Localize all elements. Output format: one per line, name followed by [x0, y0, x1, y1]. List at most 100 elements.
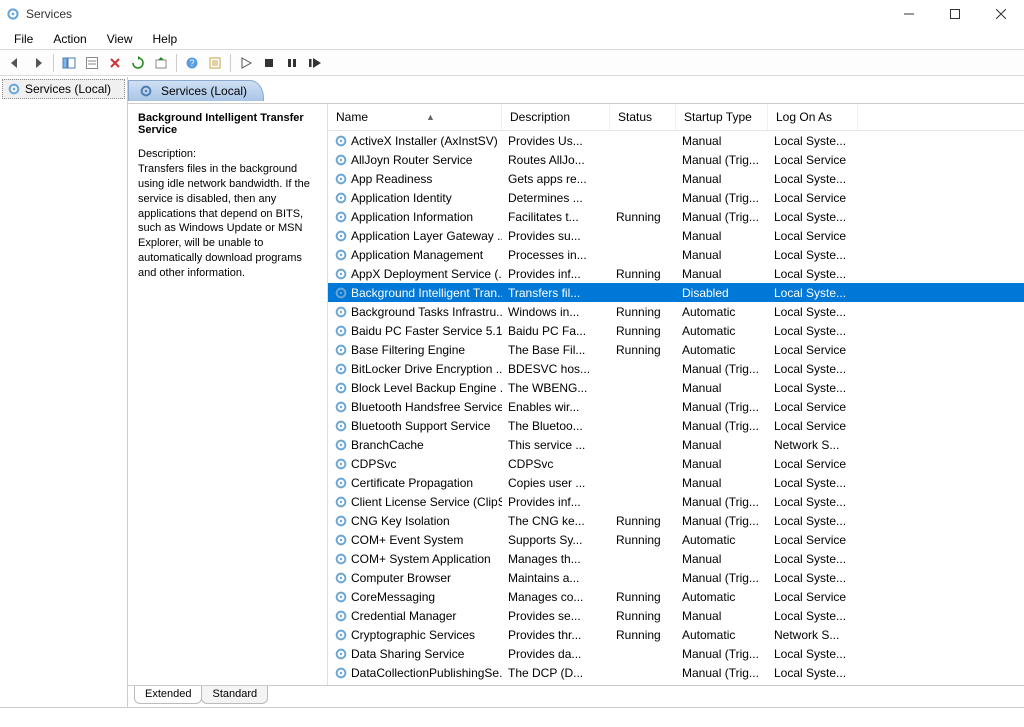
service-icon	[334, 514, 348, 528]
service-row[interactable]: DataCollectionPublishingSe...The DCP (D.…	[328, 663, 1024, 682]
list-button[interactable]	[204, 52, 226, 74]
service-icon	[334, 628, 348, 642]
service-logon: Network S...	[768, 628, 858, 642]
pane-header: Services (Local)	[128, 77, 1024, 103]
console-tree[interactable]: Services (Local)	[0, 77, 128, 707]
service-row[interactable]: Bluetooth Support ServiceThe Bluetoo...M…	[328, 416, 1024, 435]
service-row[interactable]: Data Sharing ServiceProvides da...Manual…	[328, 644, 1024, 663]
pause-service-button[interactable]	[281, 52, 303, 74]
service-row[interactable]: CoreMessagingManages co...RunningAutomat…	[328, 587, 1024, 606]
service-logon: Local Syste...	[768, 248, 858, 262]
back-button[interactable]	[4, 52, 26, 74]
service-description: Baidu PC Fa...	[502, 324, 610, 338]
toolbar-separator	[53, 54, 54, 72]
service-startup-type: Manual (Trig...	[676, 514, 768, 528]
service-description: Facilitates t...	[502, 210, 610, 224]
service-row[interactable]: AppX Deployment Service (...Provides inf…	[328, 264, 1024, 283]
service-name: Computer Browser	[351, 571, 451, 585]
service-row[interactable]: Computer BrowserMaintains a...Manual (Tr…	[328, 568, 1024, 587]
service-status: Running	[610, 343, 676, 357]
service-logon: Local Syste...	[768, 324, 858, 338]
service-logon: Local Syste...	[768, 381, 858, 395]
service-row[interactable]: Application ManagementProcesses in...Man…	[328, 245, 1024, 264]
column-name-label: Name	[336, 110, 368, 124]
service-row[interactable]: Bluetooth Handsfree ServiceEnables wir..…	[328, 397, 1024, 416]
service-row[interactable]: ActiveX Installer (AxInstSV)Provides Us.…	[328, 131, 1024, 150]
description-text: Transfers files in the background using …	[138, 162, 317, 281]
service-row[interactable]: Application Layer Gateway ...Provides su…	[328, 226, 1024, 245]
service-description: Provides su...	[502, 229, 610, 243]
service-row[interactable]: Certificate PropagationCopies user ...Ma…	[328, 473, 1024, 492]
column-startup-type[interactable]: Startup Type	[676, 104, 768, 130]
service-logon: Local Syste...	[768, 647, 858, 661]
service-name: Application Layer Gateway ...	[351, 229, 502, 243]
properties-button[interactable]	[81, 52, 103, 74]
service-description: Copies user ...	[502, 476, 610, 490]
service-startup-type: Manual (Trig...	[676, 666, 768, 680]
service-description: Transfers fil...	[502, 286, 610, 300]
service-row[interactable]: BitLocker Drive Encryption ...BDESVC hos…	[328, 359, 1024, 378]
menu-view[interactable]: View	[97, 29, 143, 49]
service-row[interactable]: Credential ManagerProvides se...RunningM…	[328, 606, 1024, 625]
close-button[interactable]	[978, 0, 1024, 28]
service-description: CDPSvc	[502, 457, 610, 471]
titlebar: Services	[0, 0, 1024, 28]
restart-service-button[interactable]	[304, 52, 326, 74]
service-icon	[334, 134, 348, 148]
export-button[interactable]	[150, 52, 172, 74]
service-description: Provides da...	[502, 647, 610, 661]
toolbar: ?	[0, 50, 1024, 76]
toolbar-separator	[176, 54, 177, 72]
service-icon	[334, 400, 348, 414]
service-row[interactable]: Application InformationFacilitates t...R…	[328, 207, 1024, 226]
pane-tab[interactable]: Services (Local)	[128, 80, 264, 101]
service-icon	[334, 153, 348, 167]
column-description[interactable]: Description	[502, 104, 610, 130]
menu-file[interactable]: File	[4, 29, 43, 49]
service-status: Running	[610, 590, 676, 604]
service-row[interactable]: Application IdentityDetermines ...Manual…	[328, 188, 1024, 207]
start-service-button[interactable]	[235, 52, 257, 74]
service-name: Certificate Propagation	[351, 476, 473, 490]
service-startup-type: Manual	[676, 609, 768, 623]
service-logon: Local Syste...	[768, 172, 858, 186]
minimize-button[interactable]	[886, 0, 932, 28]
service-row[interactable]: COM+ Event SystemSupports Sy...RunningAu…	[328, 530, 1024, 549]
service-row[interactable]: Background Tasks Infrastru...Windows in.…	[328, 302, 1024, 321]
delete-button[interactable]	[104, 52, 126, 74]
service-name: Bluetooth Support Service	[351, 419, 490, 433]
service-row[interactable]: Block Level Backup Engine ...The WBENG..…	[328, 378, 1024, 397]
forward-button[interactable]	[27, 52, 49, 74]
tab-standard[interactable]: Standard	[201, 686, 268, 704]
column-status[interactable]: Status	[610, 104, 676, 130]
maximize-button[interactable]	[932, 0, 978, 28]
menu-bar: File Action View Help	[0, 28, 1024, 50]
service-row[interactable]: Client License Service (ClipS...Provides…	[328, 492, 1024, 511]
service-name: COM+ System Application	[351, 552, 491, 566]
tree-root-item[interactable]: Services (Local)	[2, 79, 125, 99]
service-row[interactable]: CNG Key IsolationThe CNG ke...RunningMan…	[328, 511, 1024, 530]
show-hide-tree-button[interactable]	[58, 52, 80, 74]
service-name: Background Intelligent Tran...	[351, 286, 502, 300]
service-description: Provides inf...	[502, 495, 610, 509]
refresh-button[interactable]	[127, 52, 149, 74]
help-button[interactable]: ?	[181, 52, 203, 74]
service-row[interactable]: Background Intelligent Tran...Transfers …	[328, 283, 1024, 302]
menu-help[interactable]: Help	[143, 29, 188, 49]
app-icon	[6, 7, 20, 21]
service-row[interactable]: Cryptographic ServicesProvides thr...Run…	[328, 625, 1024, 644]
services-list[interactable]: Name ▲ Description Status Startup Type L…	[328, 104, 1024, 685]
service-row[interactable]: AllJoyn Router ServiceRoutes AllJo...Man…	[328, 150, 1024, 169]
service-row[interactable]: CDPSvcCDPSvcManualLocal Service	[328, 454, 1024, 473]
service-row[interactable]: COM+ System ApplicationManages th...Manu…	[328, 549, 1024, 568]
service-logon: Local Service	[768, 153, 858, 167]
column-log-on-as[interactable]: Log On As	[768, 104, 858, 130]
menu-action[interactable]: Action	[43, 29, 96, 49]
service-row[interactable]: BranchCacheThis service ...ManualNetwork…	[328, 435, 1024, 454]
service-row[interactable]: App ReadinessGets apps re...ManualLocal …	[328, 169, 1024, 188]
tab-extended[interactable]: Extended	[134, 686, 202, 704]
service-row[interactable]: Base Filtering EngineThe Base Fil...Runn…	[328, 340, 1024, 359]
column-name[interactable]: Name ▲	[328, 104, 502, 130]
service-row[interactable]: Baidu PC Faster Service 5.1....Baidu PC …	[328, 321, 1024, 340]
stop-service-button[interactable]	[258, 52, 280, 74]
